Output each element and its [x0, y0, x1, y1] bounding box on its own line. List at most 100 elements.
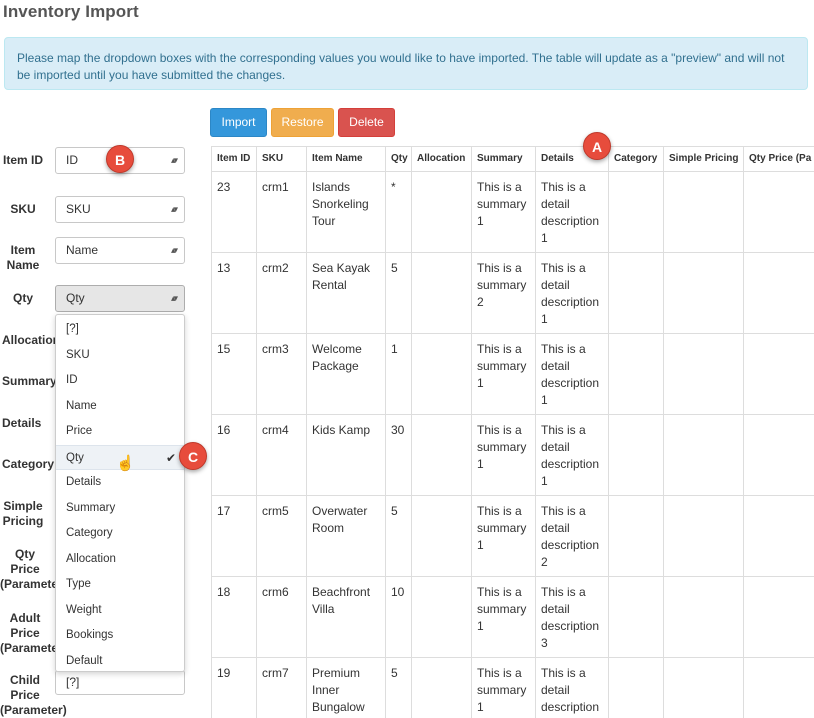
- table-cell: 19: [211, 657, 257, 718]
- table-cell: [608, 657, 664, 718]
- qty-dropdown-list[interactable]: [?] SKU ID Name Price Qty ☝ ✔ Details Su…: [55, 314, 185, 672]
- dropdown-option[interactable]: Details: [56, 470, 184, 496]
- table-cell: crm7: [256, 657, 307, 718]
- table-cell: [411, 657, 472, 718]
- table-cell: Sea Kayak Rental: [306, 252, 386, 334]
- table-cell: [608, 414, 664, 496]
- chevron-updown-icon: ▴▾: [170, 204, 178, 214]
- table-cell: [608, 576, 664, 658]
- table-cell: [663, 576, 744, 658]
- table-cell: 5: [385, 495, 412, 577]
- chevron-updown-icon: ▴▾: [170, 293, 178, 303]
- table-cell: This is a detail description 1: [535, 171, 609, 253]
- dropdown-option[interactable]: Bookings: [56, 623, 184, 649]
- map-select-value: SKU: [66, 202, 91, 216]
- table-cell: 5: [385, 657, 412, 718]
- column-header: Qty: [385, 146, 412, 172]
- dropdown-option[interactable]: Weight: [56, 598, 184, 624]
- map-label-qty-price: Qty Price (Parameter): [0, 547, 67, 591]
- map-select-qty[interactable]: Qty ▴▾: [55, 285, 185, 312]
- map-select-item-name[interactable]: Name ▴▾: [55, 237, 185, 264]
- map-label-adult-price: Adult Price (Parameter): [0, 611, 67, 655]
- table-cell: Premium Inner Bungalow: [306, 657, 386, 718]
- table-cell: [411, 576, 472, 658]
- table-cell: [411, 333, 472, 415]
- table-cell: crm5: [256, 495, 307, 577]
- column-header: Item Name: [306, 146, 386, 172]
- map-label-category: Category: [2, 457, 55, 471]
- table-row: 23 crm1 Islands Snorkeling Tour * This is a …: [211, 171, 814, 253]
- table-cell: crm2: [256, 252, 307, 334]
- table-cell: [743, 252, 814, 334]
- table-cell: This is a detail description 3: [535, 576, 609, 658]
- table-cell: [663, 414, 744, 496]
- table-cell: 13: [211, 252, 257, 334]
- map-label-simple-pricing: Simple Pricing: [2, 499, 44, 528]
- dropdown-option[interactable]: Type: [56, 572, 184, 598]
- table-cell: This is a detail description 1: [535, 333, 609, 415]
- map-select-value: Name: [66, 243, 99, 257]
- dropdown-option[interactable]: Price: [56, 419, 184, 445]
- table-cell: Kids Kamp: [306, 414, 386, 496]
- callout-badge-b: B: [106, 145, 134, 173]
- delete-button[interactable]: Delete: [338, 108, 395, 137]
- map-label-summary: Summary: [2, 374, 57, 388]
- table-cell: 10: [385, 576, 412, 658]
- table-cell: crm6: [256, 576, 307, 658]
- table-cell: 16: [211, 414, 257, 496]
- table-cell: Islands Snorkeling Tour: [306, 171, 386, 253]
- table-row: 17 crm5 Overwater Room 5 This is a summary 1…: [211, 495, 814, 577]
- table-cell: [608, 495, 664, 577]
- table-cell: *: [385, 171, 412, 253]
- table-row: 15 crm3 Welcome Package 1 This is a summary …: [211, 333, 814, 415]
- column-header: SKU: [256, 146, 307, 172]
- dropdown-option-selected[interactable]: Qty ☝ ✔: [56, 444, 184, 472]
- dropdown-option-label: Qty: [66, 451, 84, 464]
- table-row: 19 crm7 Premium Inner Bungalow 5 This is a s…: [211, 657, 814, 718]
- table-cell: This is a summary 1: [471, 171, 536, 253]
- table-cell: This is a detail description 1: [535, 657, 609, 718]
- column-header: Item ID: [211, 146, 257, 172]
- column-header: Allocation: [411, 146, 472, 172]
- map-label-allocation: Allocation: [2, 333, 61, 347]
- dropdown-option[interactable]: Summary: [56, 496, 184, 522]
- page-title: Inventory Import: [3, 2, 139, 21]
- table-body: 23 crm1 Islands Snorkeling Tour * This is a …: [211, 171, 814, 718]
- restore-button[interactable]: Restore: [271, 108, 334, 137]
- dropdown-option[interactable]: ID: [56, 368, 184, 394]
- table-cell: [663, 333, 744, 415]
- map-label-child-price: Child Price (Parameter): [0, 673, 67, 717]
- table-cell: [608, 252, 664, 334]
- table-cell: This is a summary 1: [471, 657, 536, 718]
- map-label-item-name: Item Name: [6, 243, 40, 272]
- table-cell: This is a summary 1: [471, 414, 536, 496]
- map-label-item-id: Item ID: [2, 153, 43, 167]
- dropdown-option[interactable]: Name: [56, 394, 184, 420]
- table-cell: 23: [211, 171, 257, 253]
- map-select-sku[interactable]: SKU ▴▾: [55, 196, 185, 223]
- table-cell: [608, 171, 664, 253]
- dropdown-option[interactable]: Default: [56, 649, 184, 675]
- dropdown-option[interactable]: Allocation: [56, 547, 184, 573]
- table-cell: [411, 495, 472, 577]
- table-header-row: Item ID SKU Item Name Qty Allocation Summary D…: [211, 146, 814, 172]
- dropdown-option[interactable]: Category: [56, 521, 184, 547]
- map-select-value: [?]: [66, 675, 80, 689]
- table-cell: [743, 576, 814, 658]
- table-cell: This is a summary 1: [471, 333, 536, 415]
- table-cell: [663, 171, 744, 253]
- table-cell: 5: [385, 252, 412, 334]
- dropdown-option[interactable]: [?]: [56, 317, 184, 343]
- import-button[interactable]: Import: [210, 108, 267, 137]
- table-cell: 1: [385, 333, 412, 415]
- table-cell: [411, 171, 472, 253]
- callout-badge-a: A: [583, 132, 611, 160]
- dropdown-option[interactable]: SKU: [56, 343, 184, 369]
- chevron-updown-icon: ▴▾: [170, 155, 178, 165]
- map-label-qty: Qty: [12, 291, 33, 305]
- table-cell: [663, 495, 744, 577]
- table-cell: [743, 495, 814, 577]
- table-cell: [743, 657, 814, 718]
- table-cell: [743, 414, 814, 496]
- map-select-value: ID: [66, 153, 78, 167]
